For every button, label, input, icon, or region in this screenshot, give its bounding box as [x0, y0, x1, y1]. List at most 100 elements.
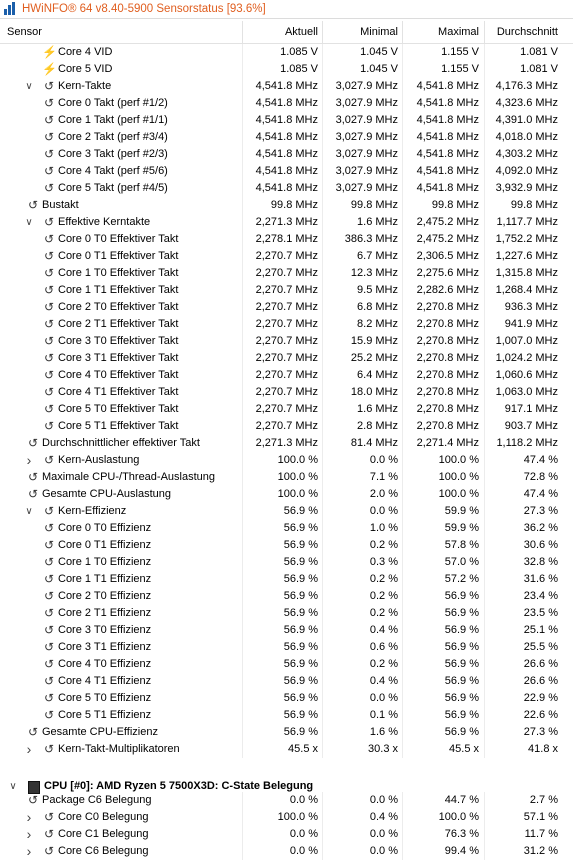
chevron-down-icon[interactable]: ∨ — [24, 503, 34, 520]
sensor-row[interactable]: ∨ ↺ Kern-Effizienz 56.9 % 0.0 % 59.9 % 27.3 % — [0, 503, 573, 520]
sensor-row[interactable]: ↺ Core 5 T1 Effektiver Takt 2,270.7 MHz 2.8… — [0, 418, 573, 435]
sensor-row[interactable]: ↺ Gesamte CPU-Effizienz 56.9 % 1.6 % 56.9 % 2… — [0, 724, 573, 741]
sensor-name: Core 0 T1 Effizienz — [58, 539, 152, 551]
sensor-name: Core 1 T0 Effizienz — [58, 556, 152, 568]
sensor-row[interactable]: ↺ Core 4 T0 Effektiver Takt 2,270.7 MHz 6.4… — [0, 367, 573, 384]
sensor-row[interactable]: ↺ Core 2 T1 Effektiver Takt 2,270.7 MHz 8.2… — [0, 316, 573, 333]
sensor-row[interactable]: ↺ Core 5 Takt (perf #4/5) 4,541.8 MHz 3,027… — [0, 180, 573, 197]
sensor-row[interactable]: ↺ Core 1 T0 Effektiver Takt 2,270.7 MHz 12.… — [0, 265, 573, 282]
sensor-row[interactable]: ↺ Core 3 T1 Effektiver Takt 2,270.7 MHz 25.… — [0, 350, 573, 367]
sensor-row[interactable]: ↺ Package C6 Belegung 0.0 % 0.0 % 44.7 % 2.7 … — [0, 792, 573, 809]
value-avg: 32.8 % — [523, 556, 558, 568]
sensor-name: Core 5 T1 Effektiver Takt — [58, 420, 179, 432]
value-avg: 11.7 % — [524, 828, 558, 840]
sensor-row[interactable]: ↺ Core 5 T0 Effektiver Takt 2,270.7 MHz 1.6… — [0, 401, 573, 418]
value-max: 2,270.8 MHz — [416, 335, 479, 347]
usage-sensor-icon: ↺ — [43, 657, 55, 671]
value-avg: 1,060.6 MHz — [495, 369, 558, 381]
value-avg: 1,024.2 MHz — [495, 352, 558, 364]
sensor-row[interactable]: ↺ Core 0 Takt (perf #1/2) 4,541.8 MHz 3,027… — [0, 95, 573, 112]
sensor-row[interactable]: ↺ Core 2 T1 Effizienz 56.9 % 0.2 % 56.9 % 23.… — [0, 605, 573, 622]
clock-sensor-icon: ↺ — [43, 147, 55, 161]
sensor-row[interactable]: ↺ Core 0 T0 Effizienz 56.9 % 1.0 % 59.9 % 36.… — [0, 520, 573, 537]
sensor-row[interactable]: ↺ Core 2 T0 Effizienz 56.9 % 0.2 % 56.9 % 23.… — [0, 588, 573, 605]
sensor-row[interactable]: ↺ Core 3 Takt (perf #2/3) 4,541.8 MHz 3,027… — [0, 146, 573, 163]
sensor-row[interactable]: ↺ Core 1 T0 Effizienz 56.9 % 0.3 % 57.0 % 32.… — [0, 554, 573, 571]
sensor-row[interactable]: ↺ Core 0 T1 Effizienz 56.9 % 0.2 % 57.8 % 30.… — [0, 537, 573, 554]
sensor-row[interactable]: ↺ Core 3 T1 Effizienz 56.9 % 0.6 % 56.9 % 25.… — [0, 639, 573, 656]
header-avg[interactable]: Durchschnitt — [485, 21, 558, 43]
sensor-row[interactable]: ↺ Core 4 Takt (perf #5/6) 4,541.8 MHz 3,027… — [0, 163, 573, 180]
value-max: 100.0 % — [438, 471, 479, 483]
value-current: 4,541.8 MHz — [255, 148, 318, 160]
sensor-row[interactable]: ∨ ↺ Effektive Kerntakte 2,271.3 MHz 1.6 MHz 2… — [0, 214, 573, 231]
header-max[interactable]: Maximal — [403, 21, 479, 43]
chevron-right-icon[interactable]: › — [24, 826, 34, 843]
sensor-name: Core 3 T1 Effizienz — [58, 641, 152, 653]
sensor-row[interactable]: ↺ Core 1 T1 Effektiver Takt 2,270.7 MHz 9.5… — [0, 282, 573, 299]
sensor-row[interactable]: › ↺ Kern-Takt-Multiplikatoren 45.5 x 30.3 x 4… — [0, 741, 573, 758]
sensor-name: Core 5 Takt (perf #4/5) — [58, 182, 168, 194]
value-min: 8.2 MHz — [357, 318, 398, 330]
sensor-row[interactable]: ↺ Core 4 T1 Effizienz 56.9 % 0.4 % 56.9 % 26.… — [0, 673, 573, 690]
sensor-row[interactable]: ∨ ↺ Kern-Takte 4,541.8 MHz 3,027.9 MHz 4,541.… — [0, 78, 573, 95]
sensor-row[interactable]: ↺ Core 2 Takt (perf #3/4) 4,541.8 MHz 3,027… — [0, 129, 573, 146]
sensor-row[interactable]: ⚡ Core 4 VID 1.085 V 1.045 V 1.155 V 1.081 V — [0, 44, 573, 61]
sensor-row[interactable]: ↺ Core 0 T0 Effektiver Takt 2,278.1 MHz 386… — [0, 231, 573, 248]
value-avg: 72.8 % — [523, 471, 558, 483]
sensor-name: Kern-Auslastung — [58, 454, 140, 466]
clock-sensor-icon: ↺ — [43, 283, 55, 297]
header-sensor[interactable]: Sensor — [7, 21, 42, 43]
value-max: 2,270.8 MHz — [416, 420, 479, 432]
sensor-row[interactable]: ↺ Core 1 Takt (perf #1/1) 4,541.8 MHz 3,027… — [0, 112, 573, 129]
value-avg: 25.1 % — [523, 624, 558, 636]
sensor-row[interactable]: ↺ Core 3 T0 Effizienz 56.9 % 0.4 % 56.9 % 25.… — [0, 622, 573, 639]
clock-sensor-icon: ↺ — [43, 334, 55, 348]
sensor-row[interactable]: ↺ Core 0 T1 Effektiver Takt 2,270.7 MHz 6.7… — [0, 248, 573, 265]
value-current: 56.9 % — [283, 726, 318, 738]
sensor-row[interactable]: ↺ Core 5 T1 Effizienz 56.9 % 0.1 % 56.9 % 22.… — [0, 707, 573, 724]
header-current[interactable]: Aktuell — [243, 21, 318, 43]
sensor-row[interactable]: ↺ Core 4 T0 Effizienz 56.9 % 0.2 % 56.9 % 26.… — [0, 656, 573, 673]
chevron-right-icon[interactable]: › — [24, 809, 34, 826]
value-max: 59.9 % — [444, 522, 479, 534]
header-min[interactable]: Minimal — [323, 21, 398, 43]
chevron-down-icon[interactable]: ∨ — [24, 214, 34, 231]
value-min: 6.8 MHz — [357, 301, 398, 313]
clock-sensor-icon: ↺ — [43, 827, 55, 841]
value-min: 81.4 MHz — [350, 437, 398, 449]
sensor-row[interactable]: ↺ Gesamte CPU-Auslastung 100.0 % 2.0 % 100.0… — [0, 486, 573, 503]
value-current: 56.9 % — [283, 658, 318, 670]
value-avg: 27.3 % — [523, 505, 558, 517]
value-current: 100.0 % — [277, 454, 318, 466]
value-current: 56.9 % — [283, 675, 318, 687]
sensor-row[interactable]: ↺ Bustakt 99.8 MHz 99.8 MHz 99.8 MHz 99.8 MHz — [0, 197, 573, 214]
chevron-right-icon[interactable]: › — [24, 452, 34, 469]
sensor-row[interactable]: ↺ Core 5 T0 Effizienz 56.9 % 0.0 % 56.9 % 22.… — [0, 690, 573, 707]
value-avg: 4,323.6 MHz — [495, 97, 558, 109]
sensor-row[interactable]: › ↺ Core C6 Belegung 0.0 % 0.0 % 99.4 % 31.2 % — [0, 843, 573, 860]
value-max: 4,541.8 MHz — [416, 182, 479, 194]
sensor-row[interactable]: ↺ Core 2 T0 Effektiver Takt 2,270.7 MHz 6.8… — [0, 299, 573, 316]
sensor-row[interactable]: › ↺ Core C1 Belegung 0.0 % 0.0 % 76.3 % 11.7 % — [0, 826, 573, 843]
sensor-row[interactable]: ↺ Core 4 T1 Effektiver Takt 2,270.7 MHz 18.… — [0, 384, 573, 401]
chevron-right-icon[interactable]: › — [24, 741, 34, 758]
clock-sensor-icon: ↺ — [27, 793, 39, 807]
chevron-down-icon[interactable]: ∨ — [24, 78, 34, 95]
value-min: 0.0 % — [369, 828, 398, 840]
value-max: 56.9 % — [444, 726, 479, 738]
sensor-name: Core 2 T1 Effektiver Takt — [58, 318, 179, 330]
chevron-right-icon[interactable]: › — [24, 843, 34, 860]
value-current: 4,541.8 MHz — [255, 97, 318, 109]
sensor-row[interactable]: › ↺ Core C0 Belegung 100.0 % 0.4 % 100.0 % 57.… — [0, 809, 573, 826]
sensor-row[interactable]: ↺ Core 1 T1 Effizienz 56.9 % 0.2 % 57.2 % 31.… — [0, 571, 573, 588]
sensor-row[interactable]: ↺ Durchschnittlicher effektiver Takt 2,271… — [0, 435, 573, 452]
value-current: 4,541.8 MHz — [255, 80, 318, 92]
sensor-row[interactable]: ⚡ Core 5 VID 1.085 V 1.045 V 1.155 V 1.081 V — [0, 61, 573, 78]
value-max: 2,475.2 MHz — [416, 216, 479, 228]
sensor-row[interactable]: › ↺ Kern-Auslastung 100.0 % 0.0 % 100.0 % 47.4… — [0, 452, 573, 469]
clock-sensor-icon: ↺ — [43, 300, 55, 314]
sensor-row[interactable]: ↺ Maximale CPU-/Thread-Auslastung 100.0 % 7… — [0, 469, 573, 486]
sensor-row[interactable]: ↺ Core 3 T0 Effektiver Takt 2,270.7 MHz 15.… — [0, 333, 573, 350]
sensor-name: Core 0 T0 Effektiver Takt — [58, 233, 179, 245]
